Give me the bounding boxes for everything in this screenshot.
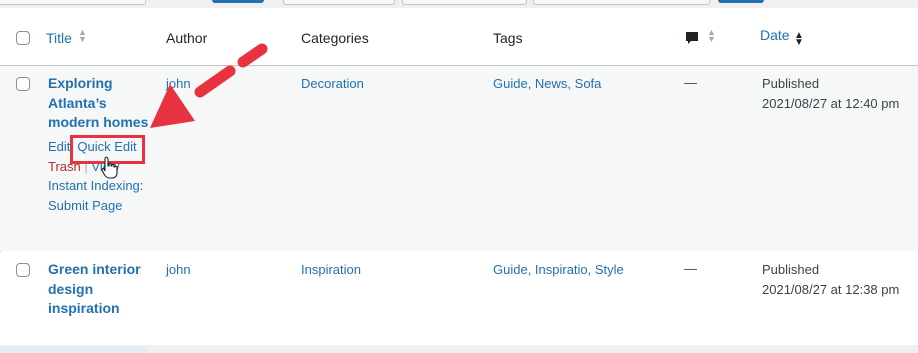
- hand-pointer-icon: [101, 156, 118, 179]
- red-arrow-annotation: [150, 43, 268, 128]
- bottom-tab: [0, 346, 148, 353]
